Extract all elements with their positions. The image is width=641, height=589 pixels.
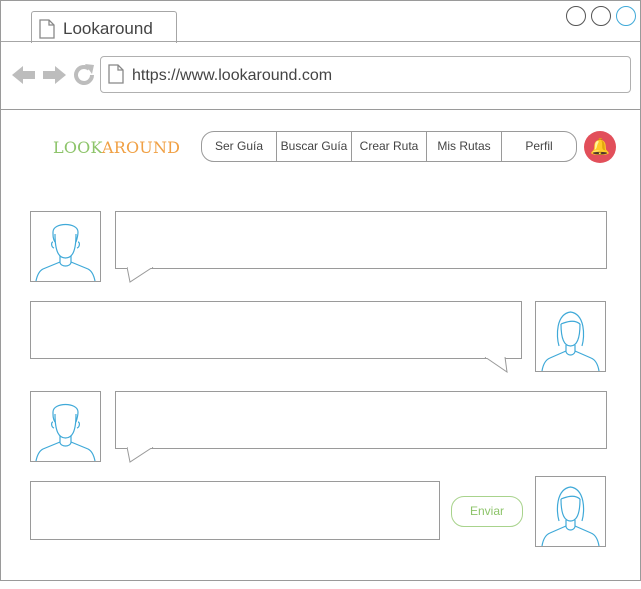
avatar-male — [30, 391, 101, 462]
avatar-female — [535, 301, 606, 372]
male-user-icon — [35, 223, 96, 281]
female-user-icon — [541, 311, 600, 371]
avatar-male — [30, 211, 101, 282]
maximize-button[interactable] — [591, 6, 611, 26]
logo-part-around: AROUND — [101, 138, 181, 157]
bubble-tail — [127, 447, 154, 463]
message-input[interactable] — [30, 481, 440, 540]
forward-arrow-icon[interactable] — [41, 63, 67, 87]
male-user-icon — [35, 403, 96, 461]
tab-title: Lookaround — [63, 19, 153, 38]
nav-perfil[interactable]: Perfil — [502, 132, 576, 161]
page-icon — [39, 19, 55, 39]
page-icon — [108, 64, 124, 84]
tab-strip-divider — [1, 41, 640, 42]
minimize-button[interactable] — [566, 6, 586, 26]
nav-ser-guia[interactable]: Ser Guía — [202, 132, 277, 161]
main-nav: Ser Guía Buscar Guía Crear Ruta Mis Ruta… — [201, 131, 577, 162]
logo-part-look: LOOK — [53, 138, 102, 157]
address-bar[interactable]: https://www.lookaround.com — [100, 56, 631, 93]
bell-icon: 🔔 — [590, 139, 610, 156]
message-bubble — [115, 211, 607, 269]
reload-icon[interactable] — [71, 62, 97, 88]
close-button[interactable] — [616, 6, 636, 26]
url-text: https://www.lookaround.com — [132, 67, 333, 84]
message-bubble — [30, 301, 522, 359]
bubble-tail — [127, 267, 154, 283]
browser-chrome: Lookaround https://www.lookaround.com — [1, 1, 640, 110]
nav-buscar-guia[interactable]: Buscar Guía — [277, 132, 352, 161]
browser-window: Lookaround https://www.lookaround.com LO… — [0, 0, 641, 581]
female-user-icon — [541, 486, 600, 546]
site-logo[interactable]: LOOKAROUND — [53, 138, 180, 157]
avatar-female — [535, 476, 606, 547]
back-arrow-icon[interactable] — [11, 63, 37, 87]
nav-mis-rutas[interactable]: Mis Rutas — [427, 132, 502, 161]
browser-tab[interactable]: Lookaround — [31, 11, 177, 43]
bubble-tail — [484, 357, 508, 373]
notification-button[interactable]: 🔔 — [584, 131, 616, 163]
nav-crear-ruta[interactable]: Crear Ruta — [352, 132, 427, 161]
send-button[interactable]: Enviar — [451, 496, 523, 527]
message-bubble — [115, 391, 607, 449]
